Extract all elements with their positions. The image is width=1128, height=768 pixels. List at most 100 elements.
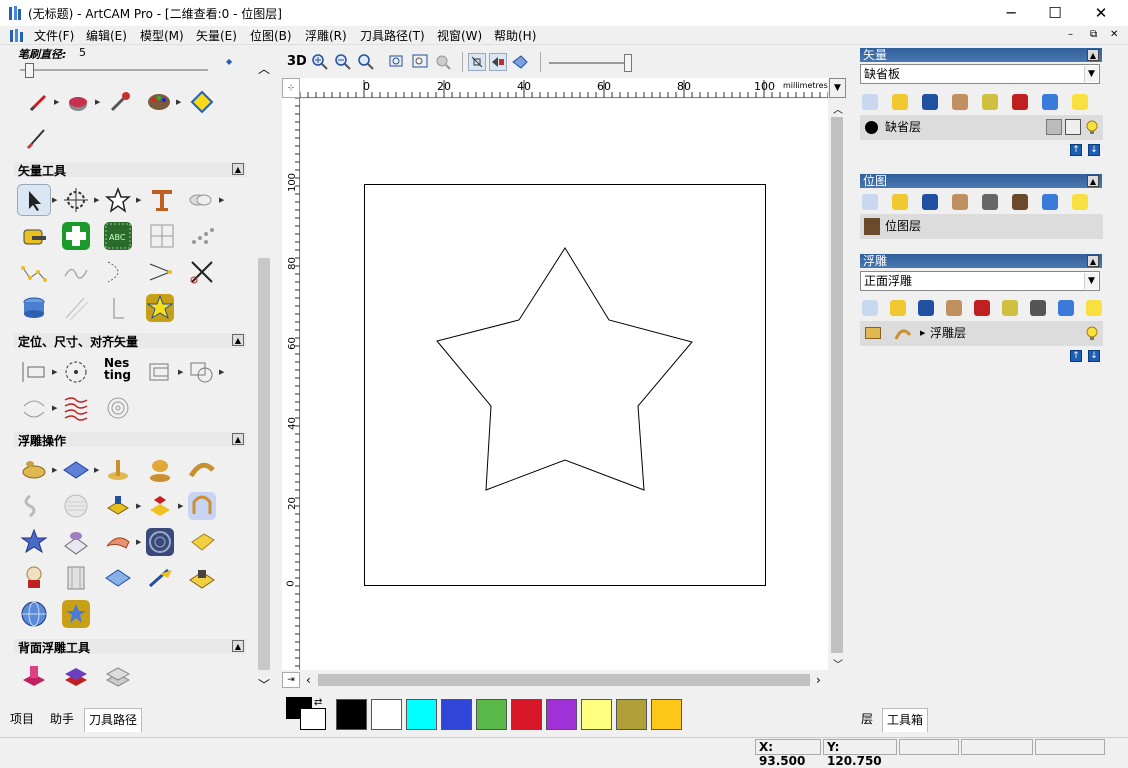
star-tool-icon[interactable] — [104, 186, 132, 214]
spin-icon[interactable] — [146, 456, 174, 484]
lock-icon[interactable] — [1046, 119, 1062, 135]
new-layer-icon[interactable] — [862, 194, 878, 210]
copy-layer-icon[interactable] — [952, 94, 968, 110]
collapse-icon[interactable]: ▲ — [232, 640, 244, 652]
relief-plane-icon[interactable] — [104, 564, 132, 592]
lightbulb-icon[interactable] — [1084, 325, 1100, 341]
favorite-star-icon[interactable] — [146, 294, 174, 322]
color-swatch[interactable] — [546, 699, 577, 730]
bulb-all-icon[interactable] — [1086, 300, 1102, 316]
save-layer-icon[interactable] — [922, 194, 938, 210]
color-swatch[interactable] — [336, 699, 367, 730]
scroll-up-button[interactable]: ︿ — [258, 60, 270, 77]
back-relief-extrude-icon[interactable] — [20, 662, 48, 690]
new-layer-icon[interactable] — [862, 94, 878, 110]
array-copy-icon[interactable] — [188, 222, 216, 250]
smooth-relief-icon[interactable] — [104, 528, 132, 556]
color-swatch[interactable] — [581, 699, 612, 730]
relief-combine-icon[interactable] — [894, 325, 912, 341]
spiral-icon[interactable] — [104, 394, 132, 422]
delete-layer-icon[interactable] — [1058, 300, 1074, 316]
menu-bitmap[interactable]: 位图(B) — [250, 27, 292, 44]
mdi-minimize-button[interactable]: – — [1068, 29, 1073, 40]
zoom-box-icon[interactable] — [411, 53, 429, 74]
photo-layer-icon[interactable] — [1012, 194, 1028, 210]
palette-icon[interactable] — [145, 88, 173, 116]
bitmap-layer-row[interactable]: 位图层 — [860, 214, 1103, 239]
plane-layer-icon[interactable] — [982, 194, 998, 210]
maximize-button[interactable]: ☐ — [1032, 0, 1078, 26]
star-vector[interactable] — [364, 184, 766, 586]
show-vectors-icon[interactable] — [468, 53, 486, 71]
color-swatch[interactable] — [406, 699, 437, 730]
texture-relief-icon[interactable] — [62, 492, 90, 520]
scroll-down-button[interactable]: ﹀ — [258, 676, 270, 693]
measure-tape-icon[interactable] — [20, 222, 48, 250]
paste-relief-icon[interactable] — [104, 492, 132, 520]
section-relief-operations[interactable]: 浮雕操作 ▲ — [14, 432, 246, 448]
canvas-hscroll-thumb[interactable] — [318, 674, 810, 686]
relief-side-select[interactable]: 正面浮雕 ▼ — [860, 271, 1100, 291]
swap-colors-icon[interactable]: ⇄ — [314, 697, 322, 708]
pen-layer-icon[interactable] — [1065, 119, 1081, 135]
color-swatch[interactable] — [441, 699, 472, 730]
texture-map-icon[interactable] — [146, 528, 174, 556]
zoom-all-icon[interactable] — [388, 53, 406, 74]
extrude-relief-icon[interactable] — [188, 456, 216, 484]
block-vector-icon[interactable] — [146, 358, 174, 386]
scroll-right-arrow-icon[interactable]: › — [816, 673, 821, 687]
relief-star-favorite-icon[interactable] — [62, 600, 90, 628]
collapse-icon[interactable]: ▲ — [1087, 175, 1099, 187]
relief-layer-row[interactable]: ▶ 浮雕层 — [860, 321, 1103, 346]
add-node-icon[interactable] — [62, 222, 90, 250]
rotate-vector-icon[interactable] — [62, 358, 90, 386]
menu-file[interactable]: 文件(F) — [34, 27, 74, 44]
nesting-icon[interactable]: Nes ting — [104, 357, 132, 385]
section-back-relief-tools[interactable]: 背面浮雕工具 ▲ — [14, 639, 246, 655]
view-3d-button[interactable]: 3D — [287, 54, 307, 69]
select-arrow-icon[interactable] — [17, 184, 51, 216]
pencil-tool-icon[interactable] — [25, 88, 53, 116]
save-layer-icon[interactable] — [922, 94, 938, 110]
menu-help[interactable]: 帮助(H) — [494, 27, 536, 44]
mirror-relief-icon[interactable] — [146, 492, 174, 520]
face-relief-icon[interactable] — [20, 492, 48, 520]
layers-attach-icon[interactable] — [1012, 94, 1028, 110]
color-swatch[interactable] — [476, 699, 507, 730]
layers-combine-icon[interactable] — [974, 300, 990, 316]
view-slider-thumb[interactable] — [624, 54, 632, 72]
copy-layer-icon[interactable] — [952, 194, 968, 210]
canvas-vscroll-thumb[interactable] — [831, 117, 843, 653]
move-relief-layer-up-icon[interactable]: ↑ — [1070, 350, 1082, 362]
vector-sheet-select[interactable]: 缺省板 ▼ — [860, 64, 1100, 84]
close-button[interactable]: ✕ — [1078, 0, 1124, 26]
extrude-icon[interactable] — [20, 294, 48, 322]
relief-transform-icon[interactable] — [188, 492, 216, 520]
align-left-icon[interactable] — [20, 358, 48, 386]
back-relief-stack-icon[interactable] — [104, 662, 132, 690]
color-swatch[interactable] — [511, 699, 542, 730]
tab-toolbox[interactable]: 工具箱 — [882, 708, 929, 732]
text-tool-icon[interactable] — [148, 186, 176, 214]
mdi-close-button[interactable]: ✕ — [1110, 29, 1118, 40]
bulb-all-icon[interactable] — [1072, 194, 1088, 210]
copy-layer-icon[interactable] — [946, 300, 962, 316]
units-dropdown-icon[interactable]: ▼ — [829, 78, 846, 98]
relief-clipart-icon[interactable] — [20, 564, 48, 592]
lightbulb-icon[interactable] — [1084, 119, 1100, 135]
zoom-out-icon[interactable] — [334, 53, 352, 74]
new-layer-icon[interactable] — [862, 300, 878, 316]
open-layer-icon[interactable] — [892, 194, 908, 210]
shape-editor-icon[interactable] — [20, 456, 48, 484]
brush-tool-icon[interactable] — [22, 124, 50, 152]
join-vector-icon[interactable] — [146, 258, 174, 286]
color-swatch[interactable] — [651, 699, 682, 730]
show-relief-icon[interactable] — [511, 53, 529, 74]
delete-layer-icon[interactable] — [1042, 94, 1058, 110]
flag-texture-icon[interactable] — [62, 394, 90, 422]
tab-project[interactable]: 项目 — [6, 708, 39, 732]
show-bitmap-icon[interactable] — [489, 53, 507, 71]
menu-toolpaths[interactable]: 刀具路径(T) — [360, 27, 425, 44]
slice-relief-icon[interactable] — [62, 564, 90, 592]
fill-region-icon[interactable] — [188, 88, 216, 116]
